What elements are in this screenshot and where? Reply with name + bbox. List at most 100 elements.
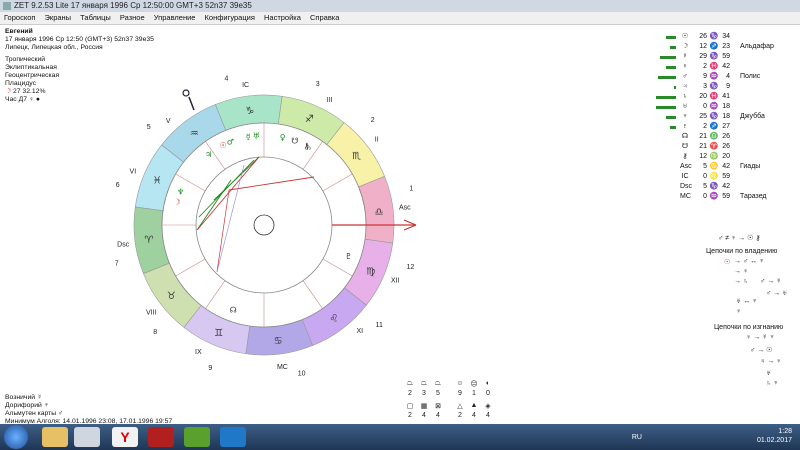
planet-glyph: Asc xyxy=(680,163,692,170)
fire-sign-icon: ⏢ xyxy=(407,380,413,387)
utorrent-taskbar-icon[interactable] xyxy=(184,427,210,447)
house-number: 4 xyxy=(224,76,228,83)
clock-date[interactable]: 01.02.2017 xyxy=(757,436,792,445)
zodiac-sign-sector xyxy=(358,175,395,244)
grid-value: 4 xyxy=(436,412,440,419)
house-label: V xyxy=(166,118,171,125)
menu-tables[interactable]: Таблицы xyxy=(80,13,111,22)
almuten-line: Альмутен карты ♂ xyxy=(5,410,172,418)
zodiac-glyph: ♐ xyxy=(305,114,314,125)
planet-deg: 21 xyxy=(699,143,707,150)
zodiac-sign-sector xyxy=(161,104,227,163)
clock-time[interactable]: 1:28 xyxy=(757,427,792,436)
planet-row: ♂ 9 ♒ 4 Полис xyxy=(652,72,800,82)
menu-configuration[interactable]: Конфигурация xyxy=(205,13,255,22)
planet-glyph: ♅ xyxy=(253,131,260,140)
planet-star: Джубба xyxy=(740,113,765,120)
chain-arrow: → ♂ ↔ ♆ xyxy=(734,258,765,265)
triangle-fill-icon: ▲ xyxy=(470,402,478,409)
house-label: VI xyxy=(130,169,137,176)
house-label: XII xyxy=(391,277,400,284)
planet-min: 27 xyxy=(722,123,730,130)
sad-icon: ☹ xyxy=(470,381,478,388)
planet-glyph: ☊ xyxy=(681,133,689,140)
language-indicator[interactable]: RU xyxy=(632,433,642,442)
planet-glyph: ☋ xyxy=(291,136,298,145)
exile-chains-title: Цепочки по изгнанию xyxy=(714,324,784,331)
chain-arrow: ♃ → ♀ xyxy=(760,358,782,365)
planet-row: ☉ 26 ♑ 34 xyxy=(652,32,800,42)
chain-arrow: ♅ ↔ ♆ xyxy=(736,298,758,305)
planet-row: ⚷ 12 ♍ 20 xyxy=(652,152,800,162)
planet-sign: ♈ xyxy=(709,143,719,150)
planet-glyph: ☿ xyxy=(682,53,688,60)
sun-chain-icon: ☉ xyxy=(724,259,731,266)
planetary-hour: Час Д7 xyxy=(5,96,27,103)
planet-min: 26 xyxy=(722,143,730,150)
menu-settings[interactable]: Настройка xyxy=(264,13,301,22)
start-button[interactable] xyxy=(4,425,28,449)
ownership-chains-title: Цепочки по владению xyxy=(706,248,778,255)
half-circle-icon: ◐ xyxy=(485,380,491,387)
planet-deg: 2 xyxy=(703,63,707,70)
menu-screens[interactable]: Экраны xyxy=(45,13,72,22)
centric-type: Геоцентрическая xyxy=(5,72,60,79)
app-taskbar-icon[interactable] xyxy=(148,427,174,447)
planet-sign: ♑ xyxy=(709,83,719,90)
zodiac-type: Тропический xyxy=(5,56,46,63)
person-name: Евгений xyxy=(5,28,33,35)
house-system: Плацидус xyxy=(5,80,37,87)
zodiac-glyph: ♋ xyxy=(274,336,283,347)
yandex-browser-icon[interactable]: Y xyxy=(112,427,138,447)
zodiac-sign-sector xyxy=(301,287,367,346)
planet-glyph: ♀ xyxy=(682,63,688,70)
zodiac-glyph: ♍ xyxy=(366,266,375,277)
chain-arrow: ♀ xyxy=(736,308,742,315)
chain-arrow: ♂ → ♅ xyxy=(766,290,788,297)
media-taskbar-icon[interactable] xyxy=(74,427,100,447)
title-bar: ZET 9.2.53 Lite 17 января 1996 Ср 12:50:… xyxy=(0,0,800,12)
planet-glyph: ☿ xyxy=(246,132,251,141)
moon-icon: ☽ xyxy=(5,88,12,95)
planet-glyph: ♇ xyxy=(345,252,352,261)
planet-glyph: MC xyxy=(680,193,691,200)
planet-deg: 2 xyxy=(703,123,707,130)
chain-arrow: ♀ → ☿ ♆ xyxy=(746,334,775,341)
planet-min: 42 xyxy=(722,183,730,190)
menu-help[interactable]: Справка xyxy=(310,13,339,22)
menu-misc[interactable]: Разное xyxy=(120,13,145,22)
zet-taskbar-icon[interactable] xyxy=(220,427,246,447)
planet-row: ♆ 25 ♑ 18 Джубба xyxy=(652,112,800,122)
menu-control[interactable]: Управление xyxy=(154,13,196,22)
bottom-info: Возничий ☿ Дорифорий ♆ Альмутен карты ♂ … xyxy=(5,394,172,426)
menu-horoscope[interactable]: Гороскоп xyxy=(4,13,35,22)
planet-sign: ♑ xyxy=(709,33,719,40)
house-number: 10 xyxy=(298,370,306,377)
planet-deg: 3 xyxy=(703,83,707,90)
planet-min: 18 xyxy=(722,113,730,120)
aspect-line xyxy=(198,159,255,218)
app-icon xyxy=(3,2,11,10)
zodiac-sign-sector xyxy=(277,95,345,146)
chart-info-panel: Евгений 17 января 1996 Ср 12:50 (GMT+3) … xyxy=(5,28,154,104)
planet-min: 26 xyxy=(722,133,730,140)
earth-sign-icon: ⏢ xyxy=(421,380,427,387)
zodiac-glyph: ♎ xyxy=(375,207,384,218)
planet-glyph: IC xyxy=(681,173,689,180)
planet-sign: ♑ xyxy=(709,53,719,60)
aspect-line xyxy=(228,176,315,191)
house-number: 5 xyxy=(147,124,151,131)
planet-sign: ♓ xyxy=(709,93,719,100)
planet-glyph: ♄ xyxy=(305,143,312,152)
house-label: MC xyxy=(277,364,288,371)
house-number: 3 xyxy=(316,81,320,88)
grid-value: 5 xyxy=(436,390,440,397)
explorer-taskbar-icon[interactable] xyxy=(42,427,68,447)
planet-star: Гиады xyxy=(740,163,761,170)
windows-taskbar: Y RU 1:28 01.02.2017 xyxy=(0,424,800,450)
planet-sign: ♒ xyxy=(709,73,719,80)
planet-deg: 5 xyxy=(703,183,707,190)
planet-min: 18 xyxy=(722,103,730,110)
house-number: 6 xyxy=(116,182,120,189)
zodiac-glyph: ♉ xyxy=(167,291,176,302)
